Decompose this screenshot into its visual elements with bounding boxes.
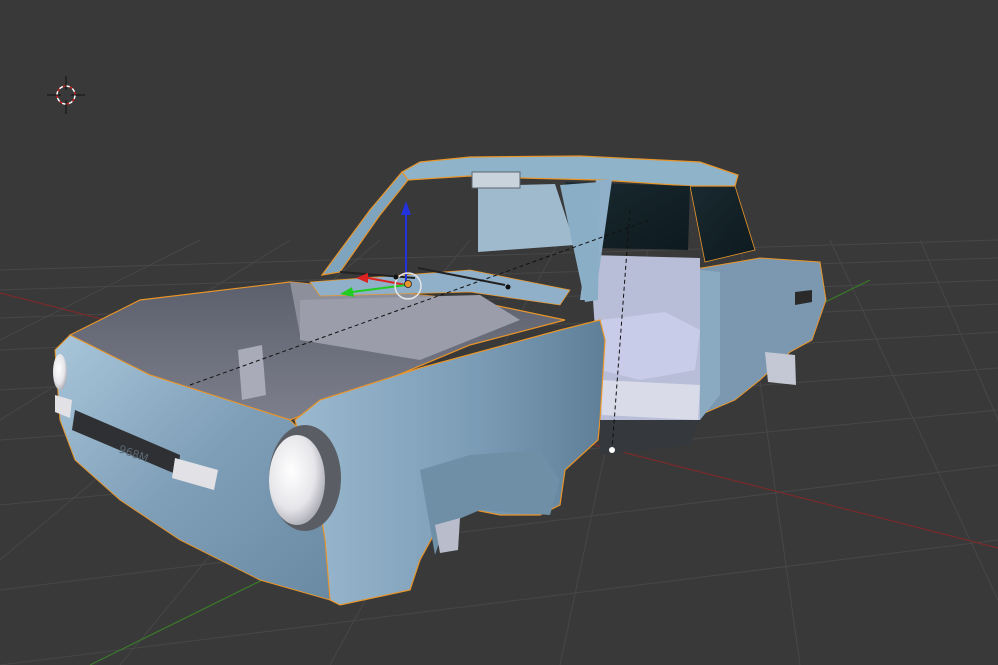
- gizmo-pivot-dot: [404, 280, 412, 288]
- rear-side-window: [689, 185, 756, 263]
- rear-view-mirror: [471, 171, 521, 189]
- headlight-right: [269, 435, 325, 525]
- object-origin-dot: [609, 447, 615, 453]
- gizmo-secondary-dot-2: [505, 284, 511, 290]
- front-side-window: [478, 184, 575, 252]
- door-panel: [700, 270, 720, 420]
- roof-panel: [401, 155, 739, 187]
- gizmo-z-arrow-icon: [401, 201, 411, 215]
- door-opening-outline: [600, 420, 700, 455]
- headlight-left: [53, 354, 67, 390]
- battery-box: [238, 345, 266, 400]
- 3d-viewport[interactable]: 968M: [0, 0, 998, 665]
- car-body-model[interactable]: 968M: [53, 155, 827, 606]
- viewport-canvas[interactable]: 968M: [0, 0, 998, 665]
- crosshair-circle-icon[interactable]: [47, 76, 85, 114]
- gizmo-secondary-dot: [393, 274, 399, 280]
- windshield-frame: [320, 171, 409, 276]
- rear-suspension-part: [765, 352, 796, 385]
